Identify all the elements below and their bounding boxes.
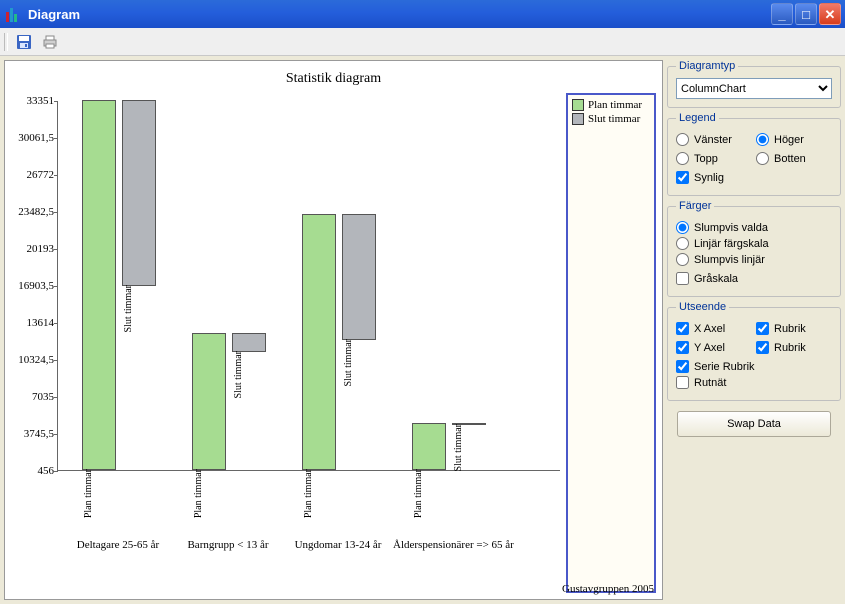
group-utseende: Utseende X Axel Rubrik Y Axel Rubrik Ser…	[667, 301, 841, 401]
radio-hoger[interactable]: Höger	[756, 133, 832, 146]
toolbar	[0, 28, 845, 56]
radio-linjar-fargskala[interactable]: Linjär färgskala	[676, 237, 832, 250]
group-diagramtyp: Diagramtyp ColumnChart	[667, 60, 841, 108]
legend-item: Plan timmar	[572, 99, 650, 111]
check-rutnat[interactable]: Rutnät	[676, 376, 832, 389]
y-tick-label: 26772	[12, 169, 54, 181]
series-x-label: Plan timmar	[303, 469, 314, 522]
y-tick-label: 13614	[12, 317, 54, 329]
check-serie-rubrik[interactable]: Serie Rubrik	[676, 360, 832, 373]
bar: Plan timmar	[302, 214, 336, 470]
y-tick-label: 30061,5	[12, 132, 54, 144]
check-rubrik-2[interactable]: Rubrik	[756, 341, 832, 354]
series-x-label: Slut timmar	[123, 285, 134, 337]
window-maximize-button[interactable]: □	[795, 3, 817, 25]
bar: Slut timmar	[452, 423, 486, 425]
swap-data-button[interactable]: Swap Data	[677, 411, 831, 437]
legend-item: Slut timmar	[572, 113, 650, 125]
radio-topp[interactable]: Topp	[676, 152, 752, 165]
bar-group: Plan timmar Slut timmar	[174, 333, 284, 470]
options-panel: Diagramtyp ColumnChart Legend Vänster Hö…	[667, 60, 841, 600]
legend-label: Slut timmar	[588, 113, 640, 125]
chart-title: Statistik diagram	[11, 71, 656, 87]
chart-footer: Gustavgruppen 2005	[562, 583, 654, 595]
toolbar-grip	[4, 33, 8, 51]
legend-label: Plan timmar	[588, 99, 642, 111]
series-x-label: Plan timmar	[193, 469, 204, 522]
category-label: Barngrupp < 13 år	[173, 539, 283, 551]
series-x-label: Plan timmar	[83, 469, 94, 522]
series-x-label: Slut timmar	[453, 424, 464, 476]
check-y-axel[interactable]: Y Axel	[676, 341, 752, 354]
save-button[interactable]	[12, 30, 36, 54]
bar-group: Plan timmar Slut timmar	[394, 423, 504, 470]
check-graskala[interactable]: Gråskala	[676, 272, 832, 285]
y-tick-label: 7035	[12, 391, 54, 403]
y-tick-label: 33351	[12, 95, 54, 107]
legend-swatch	[572, 99, 584, 111]
check-rubrik-1[interactable]: Rubrik	[756, 322, 832, 335]
y-tick-label: 3745,5	[12, 428, 54, 440]
plot-area: 3335130061,52677223482,52019316903,51361…	[57, 93, 560, 593]
check-x-axel[interactable]: X Axel	[676, 322, 752, 335]
category-label: Deltagare 25-65 år	[63, 539, 173, 551]
group-diagramtyp-legend: Diagramtyp	[676, 60, 738, 72]
series-x-label: Slut timmar	[233, 351, 244, 403]
window-minimize-button[interactable]: _	[771, 3, 793, 25]
y-tick-label: 10324,5	[12, 354, 54, 366]
y-tick-label: 456	[12, 465, 54, 477]
window-title: Diagram	[28, 7, 771, 22]
bar: Plan timmar	[82, 100, 116, 470]
bar: Plan timmar	[192, 333, 226, 470]
bar-group: Plan timmarSlut timmar	[284, 214, 394, 470]
group-legend-legend: Legend	[676, 112, 719, 124]
group-farger: Färger Slumpvis valda Linjär färgskala S…	[667, 200, 841, 297]
print-button[interactable]	[38, 30, 62, 54]
series-x-label: Slut timmar	[343, 339, 354, 391]
y-tick-label: 16903,5	[12, 280, 54, 292]
legend-swatch	[572, 113, 584, 125]
print-icon	[42, 34, 58, 50]
group-farger-legend: Färger	[676, 200, 714, 212]
group-legend: Legend Vänster Höger Topp Botten Synlig	[667, 112, 841, 196]
window-titlebar: Diagram _ □ ✕	[0, 0, 845, 28]
chart-pane: Statistik diagram 3335130061,52677223482…	[4, 60, 663, 600]
bar: Slut timmar	[122, 100, 156, 286]
y-tick-label: 20193	[12, 243, 54, 255]
diagramtyp-select[interactable]: ColumnChart	[676, 78, 832, 99]
bar: Slut timmar	[232, 333, 266, 351]
series-x-label: Plan timmar	[413, 469, 424, 522]
bar-group: Plan timmarSlut timmar	[64, 100, 174, 470]
check-synlig[interactable]: Synlig	[676, 171, 832, 184]
radio-botten[interactable]: Botten	[756, 152, 832, 165]
bar: Slut timmar	[342, 214, 376, 339]
bar: Plan timmar	[412, 423, 446, 470]
y-tick-label: 23482,5	[12, 206, 54, 218]
radio-slumpvis-linjar[interactable]: Slumpvis linjär	[676, 253, 832, 266]
chart-legend: Plan timmar Slut timmar	[566, 93, 656, 593]
radio-vanster[interactable]: Vänster	[676, 133, 752, 146]
category-label: Ålderspensionärer => 65 år	[393, 539, 503, 551]
group-utseende-legend: Utseende	[676, 301, 729, 313]
app-icon	[6, 6, 22, 22]
radio-slumpvis-valda[interactable]: Slumpvis valda	[676, 221, 832, 234]
window-close-button[interactable]: ✕	[819, 3, 841, 25]
category-label: Ungdomar 13-24 år	[283, 539, 393, 551]
save-icon	[16, 34, 32, 50]
